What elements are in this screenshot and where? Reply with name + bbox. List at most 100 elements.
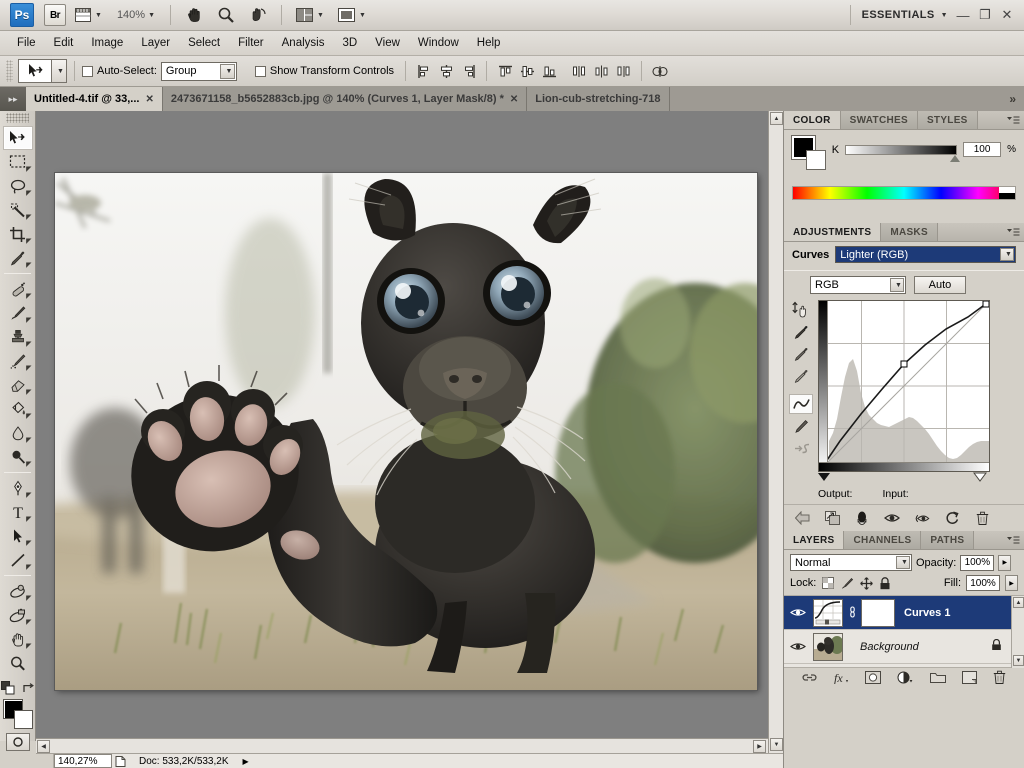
chevron-down-icon[interactable]: ▼ (95, 12, 102, 19)
adjustments-panel-menu-icon[interactable] (1002, 223, 1024, 241)
document-preview-icon[interactable] (112, 755, 129, 767)
return-to-adjustment-list-button[interactable] (794, 510, 810, 526)
menu-3d[interactable]: 3D (333, 34, 366, 52)
tool-preset-picker[interactable] (18, 59, 52, 83)
tool-flyout-arrow[interactable]: ◤ (26, 262, 31, 269)
color-panel-menu-icon[interactable] (1002, 111, 1024, 129)
tab-overflow-button[interactable]: » (1001, 87, 1024, 111)
align-bottom-edges-button[interactable] (539, 60, 559, 82)
curves-auto-button[interactable]: Auto (914, 276, 966, 294)
tool-rectangular-marquee[interactable]: ◤ (3, 150, 33, 174)
menu-window[interactable]: Window (409, 34, 468, 52)
lock-all-button[interactable] (878, 576, 892, 590)
on-image-adjustment-tool[interactable] (789, 300, 813, 320)
layer-visibility-toggle[interactable] (788, 607, 808, 618)
curves-graph[interactable] (818, 300, 990, 473)
menu-analysis[interactable]: Analysis (273, 34, 334, 52)
chevron-down-icon[interactable]: ▼ (148, 12, 155, 19)
tool-flyout-arrow[interactable]: ◤ (26, 516, 31, 523)
layer-thumbnail-background[interactable] (813, 632, 843, 661)
tool-brush[interactable]: ◤ (3, 301, 33, 325)
layer-row-curves-1[interactable]: Curves 1 (784, 596, 1024, 630)
tool-flyout-arrow[interactable]: ◤ (26, 293, 31, 300)
scroll-up-button[interactable]: ▲ (770, 112, 783, 125)
draw-curve-pencil-tool[interactable] (789, 416, 813, 436)
chevron-down-icon[interactable]: ▼ (219, 63, 235, 79)
chevron-down-icon[interactable]: ▼ (317, 12, 324, 19)
scroll-down-button[interactable]: ▼ (770, 738, 783, 751)
tool-move[interactable] (2, 126, 33, 150)
tool-flyout-arrow[interactable]: ◤ (26, 413, 31, 420)
document-tab-jaguar-cub[interactable]: 2473671158_b5652883cb.jpg @ 140% (Curves… (162, 87, 528, 111)
tab-color[interactable]: COLOR (784, 111, 841, 129)
tool-pen[interactable]: ◤ (3, 476, 33, 500)
delete-adjustment-layer-button[interactable] (974, 510, 990, 526)
default-colors-icon[interactable] (0, 681, 15, 695)
opacity-stepper[interactable]: ▶ (998, 554, 1012, 571)
color-panel-swatches[interactable] (791, 135, 826, 170)
document-vertical-scrollbar[interactable]: ▲ ▼ (768, 111, 783, 753)
distribute-right-edges-button[interactable] (613, 60, 633, 82)
new-adjustment-layer-button[interactable] (897, 671, 913, 687)
layer-name-curves-1[interactable]: Curves 1 (900, 607, 950, 619)
background-color-swatch[interactable] (806, 150, 826, 170)
tool-type[interactable]: T ◤ (3, 500, 33, 524)
menu-image[interactable]: Image (82, 34, 132, 52)
layers-list-scrollbar[interactable]: ▲ ▼ (1011, 596, 1024, 668)
document-tab-lion-cub[interactable]: Lion-cub-stretching-718 (527, 87, 670, 111)
status-menu-arrow[interactable]: ▶ (239, 757, 253, 766)
toggle-layer-visibility-button[interactable] (884, 510, 900, 526)
layer-style-button[interactable]: fx (833, 671, 849, 687)
link-layers-button[interactable] (802, 672, 817, 686)
tool-spot-healing-brush[interactable]: ◤ (3, 277, 33, 301)
close-button[interactable]: ✕ (996, 5, 1018, 25)
menu-layer[interactable]: Layer (132, 34, 179, 52)
tool-flyout-arrow[interactable]: ◤ (26, 437, 31, 444)
tool-clone-stamp[interactable]: ◤ (3, 325, 33, 349)
tool-dodge[interactable]: ◤ (3, 445, 33, 469)
view-extras-button[interactable]: ▼ (70, 4, 107, 26)
tool-crop[interactable]: ◤ (3, 222, 33, 246)
menu-filter[interactable]: Filter (229, 34, 273, 52)
fill-stepper[interactable]: ▶ (1005, 575, 1018, 591)
chevron-down-icon[interactable]: ▼ (890, 278, 904, 292)
swap-colors-icon[interactable] (22, 682, 35, 695)
color-spectrum-ramp[interactable] (792, 186, 1016, 200)
expand-view-button[interactable] (824, 510, 840, 526)
chevron-down-icon[interactable]: ▼ (896, 556, 910, 569)
lock-image-pixels-button[interactable] (840, 576, 854, 590)
new-group-button[interactable] (929, 671, 946, 687)
hand-tool-button[interactable] (180, 4, 208, 26)
tab-swatches[interactable]: SWATCHES (840, 111, 918, 129)
opacity-field[interactable]: 100% (960, 554, 995, 571)
document-horizontal-scrollbar[interactable]: ◀ ▶ (36, 738, 768, 753)
scroll-up-button[interactable]: ▲ (1013, 597, 1024, 608)
layer-row-background[interactable]: Background (784, 630, 1024, 664)
tool-flyout-arrow[interactable]: ◤ (26, 214, 31, 221)
workspace-switcher[interactable]: ESSENTIALS ▼ (858, 9, 952, 21)
blend-mode-dropdown[interactable]: Normal ▼ (790, 554, 912, 571)
close-icon[interactable]: ✕ (145, 94, 153, 105)
color-swatches[interactable] (2, 699, 33, 729)
layers-panel-menu-icon[interactable] (1002, 531, 1024, 549)
layer-mask-link-icon[interactable] (848, 606, 856, 619)
k-slider[interactable] (845, 144, 961, 162)
new-layer-button[interactable] (961, 670, 977, 687)
tool-gradient[interactable]: ◤ (3, 397, 33, 421)
tool-flyout-arrow[interactable]: ◤ (26, 595, 31, 602)
tool-flyout-arrow[interactable]: ◤ (26, 341, 31, 348)
tool-lasso[interactable]: ◤ (3, 174, 33, 198)
minimize-button[interactable]: — (952, 5, 974, 25)
tab-adjustments[interactable]: ADJUSTMENTS (784, 223, 882, 241)
background-color-swatch[interactable] (13, 710, 33, 729)
distribute-centers-button[interactable] (591, 60, 611, 82)
add-layer-mask-button[interactable] (865, 670, 882, 687)
tool-preset-dropdown[interactable]: ▼ (52, 59, 67, 83)
k-value-field[interactable]: 100 (963, 142, 1002, 157)
align-top-edges-button[interactable] (495, 60, 515, 82)
menu-file[interactable]: File (8, 34, 45, 52)
chevron-down-icon[interactable]: ▼ (359, 12, 366, 19)
delete-layer-button[interactable] (993, 670, 1006, 687)
auto-align-layers-button[interactable] (650, 60, 670, 82)
tab-paths[interactable]: PATHS (921, 531, 975, 549)
